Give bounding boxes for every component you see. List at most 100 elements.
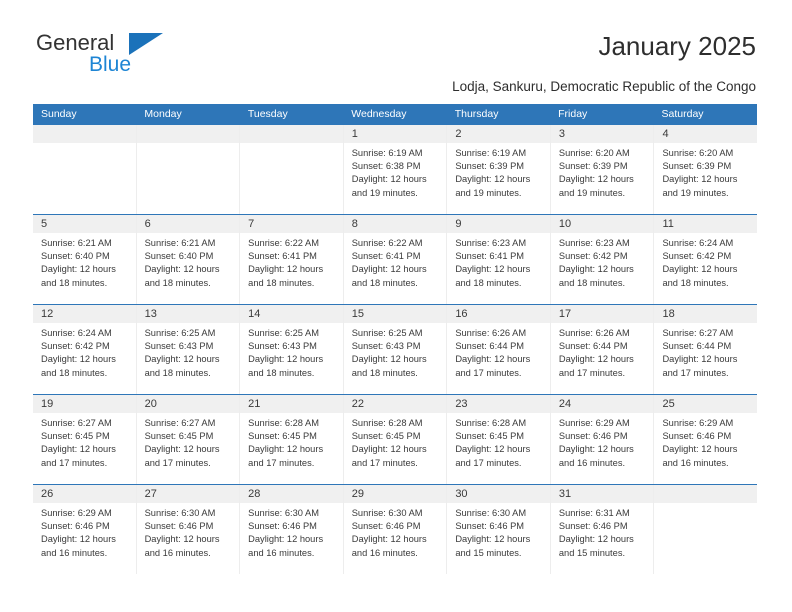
sunset-time: Sunset: 6:44 PM xyxy=(455,341,525,352)
calendar-day-cell[interactable]: 24 Sunrise: 6:29 AM Sunset: 6:46 PM Dayligh… xyxy=(549,395,654,484)
daylight-duration-line2: and 19 minutes. xyxy=(558,187,626,198)
calendar-day-cell[interactable]: 25 Sunrise: 6:29 AM Sunset: 6:46 PM Dayligh… xyxy=(653,395,758,484)
calendar-day-cell[interactable]: 16 Sunrise: 6:26 AM Sunset: 6:44 PM Dayligh… xyxy=(446,305,550,394)
calendar-day-cell[interactable]: 4 Sunrise: 6:20 AM Sunset: 6:39 PM Daylight… xyxy=(653,125,758,214)
calendar-day-cell[interactable]: 2 Sunrise: 6:19 AM Sunset: 6:39 PM Daylight… xyxy=(446,125,550,214)
daylight-duration-line1: Daylight: 12 hours xyxy=(144,534,220,545)
calendar-day-cell[interactable]: 5 Sunrise: 6:21 AM Sunset: 6:40 PM Daylight… xyxy=(33,215,136,304)
calendar-day-cell[interactable]: 10 Sunrise: 6:23 AM Sunset: 6:42 PM Dayligh… xyxy=(549,215,654,304)
day-sun-info: Sunrise: 6:30 AM Sunset: 6:46 PM Daylight:… xyxy=(344,503,447,564)
calendar-day-cell[interactable]: 9 Sunrise: 6:23 AM Sunset: 6:41 PM Daylight… xyxy=(446,215,550,304)
calendar-day-cell[interactable]: 20 Sunrise: 6:27 AM Sunset: 6:45 PM Dayligh… xyxy=(135,395,240,484)
general-blue-logo: General Blue xyxy=(36,32,216,84)
daylight-duration-line1: Daylight: 12 hours xyxy=(248,354,324,365)
day-sun-info: Sunrise: 6:29 AM Sunset: 6:46 PM Daylight:… xyxy=(551,413,654,474)
calendar-day-cell[interactable]: 14 Sunrise: 6:25 AM Sunset: 6:43 PM Dayligh… xyxy=(239,305,343,394)
sunset-time: Sunset: 6:41 PM xyxy=(351,251,421,262)
calendar-day-cell[interactable]: 28 Sunrise: 6:30 AM Sunset: 6:46 PM Dayligh… xyxy=(239,485,343,574)
daylight-duration-line2: and 19 minutes. xyxy=(662,187,729,198)
sunset-time: Sunset: 6:42 PM xyxy=(662,251,732,262)
sunset-time: Sunset: 6:45 PM xyxy=(144,431,214,442)
calendar-day-cell[interactable]: 18 Sunrise: 6:27 AM Sunset: 6:44 PM Dayligh… xyxy=(653,305,758,394)
sunrise-time: Sunrise: 6:30 AM xyxy=(455,508,527,518)
daylight-duration-line1: Daylight: 12 hours xyxy=(41,264,116,275)
calendar-day-cell[interactable]: 22 Sunrise: 6:28 AM Sunset: 6:45 PM Dayligh… xyxy=(342,395,447,484)
daylight-duration-line1: Daylight: 12 hours xyxy=(351,444,427,455)
daylight-duration-line2: and 18 minutes. xyxy=(455,277,522,288)
day-number: 31 xyxy=(550,485,654,503)
calendar-day-cell[interactable]: 21 Sunrise: 6:28 AM Sunset: 6:45 PM Dayligh… xyxy=(239,395,343,484)
daylight-duration-line2: and 17 minutes. xyxy=(558,367,626,378)
calendar-day-cell[interactable]: 1 Sunrise: 6:19 AM Sunset: 6:38 PM Daylight… xyxy=(342,125,447,214)
day-number: 19 xyxy=(33,395,136,413)
day-number xyxy=(654,485,758,503)
calendar-day-cell[interactable]: 31 Sunrise: 6:31 AM Sunset: 6:46 PM Dayligh… xyxy=(549,485,654,574)
day-sun-info: Sunrise: 6:31 AM Sunset: 6:46 PM Daylight:… xyxy=(551,503,654,564)
day-sun-info: Sunrise: 6:25 AM Sunset: 6:43 PM Daylight:… xyxy=(344,323,447,384)
calendar-day-cell[interactable]: 6 Sunrise: 6:21 AM Sunset: 6:40 PM Daylight… xyxy=(135,215,240,304)
daylight-duration-line1: Daylight: 12 hours xyxy=(351,354,427,365)
day-sun-info: Sunrise: 6:29 AM Sunset: 6:46 PM Daylight:… xyxy=(33,503,136,564)
calendar-day-cell[interactable]: 15 Sunrise: 6:25 AM Sunset: 6:43 PM Dayligh… xyxy=(342,305,447,394)
calendar-day-cell[interactable]: 30 Sunrise: 6:30 AM Sunset: 6:46 PM Dayligh… xyxy=(446,485,550,574)
daylight-duration-line2: and 18 minutes. xyxy=(558,277,626,288)
sunrise-time: Sunrise: 6:23 AM xyxy=(455,238,527,248)
day-number: 15 xyxy=(343,305,447,323)
page-subtitle: Lodja, Sankuru, Democratic Republic of t… xyxy=(452,79,756,94)
day-sun-info: Sunrise: 6:25 AM Sunset: 6:43 PM Daylight:… xyxy=(240,323,343,384)
day-sun-info: Sunrise: 6:28 AM Sunset: 6:45 PM Daylight:… xyxy=(240,413,343,474)
daylight-duration-line1: Daylight: 12 hours xyxy=(662,174,738,185)
sunset-time: Sunset: 6:46 PM xyxy=(351,521,421,532)
day-sun-info: Sunrise: 6:30 AM Sunset: 6:46 PM Daylight:… xyxy=(447,503,550,564)
day-number: 2 xyxy=(447,125,550,143)
daylight-duration-line2: and 18 minutes. xyxy=(248,367,315,378)
day-sun-info: Sunrise: 6:26 AM Sunset: 6:44 PM Daylight:… xyxy=(551,323,654,384)
calendar-day-cell[interactable]: 8 Sunrise: 6:22 AM Sunset: 6:41 PM Daylight… xyxy=(342,215,447,304)
sunset-time: Sunset: 6:39 PM xyxy=(455,161,525,172)
calendar-day-cell[interactable]: 23 Sunrise: 6:28 AM Sunset: 6:45 PM Dayligh… xyxy=(446,395,550,484)
calendar-day-cell[interactable]: 13 Sunrise: 6:25 AM Sunset: 6:43 PM Dayligh… xyxy=(135,305,240,394)
daylight-duration-line2: and 15 minutes. xyxy=(455,547,522,558)
day-sun-info: Sunrise: 6:23 AM Sunset: 6:41 PM Daylight:… xyxy=(447,233,550,294)
sunset-time: Sunset: 6:45 PM xyxy=(351,431,421,442)
page-header: General Blue January 2025 Lodja, Sankuru… xyxy=(0,0,792,94)
day-sun-info: Sunrise: 6:30 AM Sunset: 6:46 PM Daylight:… xyxy=(240,503,343,564)
sunset-time: Sunset: 6:46 PM xyxy=(41,521,110,532)
calendar-day-cell[interactable]: 29 Sunrise: 6:30 AM Sunset: 6:46 PM Dayligh… xyxy=(342,485,447,574)
calendar-day-cell[interactable]: 12 Sunrise: 6:24 AM Sunset: 6:42 PM Dayligh… xyxy=(33,305,136,394)
calendar-day-cell[interactable]: 27 Sunrise: 6:30 AM Sunset: 6:46 PM Dayligh… xyxy=(135,485,240,574)
calendar-page: General Blue January 2025 Lodja, Sankuru… xyxy=(0,0,792,612)
day-number: 22 xyxy=(343,395,447,413)
sunrise-time: Sunrise: 6:27 AM xyxy=(662,328,734,338)
calendar-day-cell[interactable]: 3 Sunrise: 6:20 AM Sunset: 6:39 PM Daylight… xyxy=(549,125,654,214)
sunrise-time: Sunrise: 6:24 AM xyxy=(41,328,112,338)
day-number: 30 xyxy=(447,485,550,503)
sunrise-time: Sunrise: 6:28 AM xyxy=(351,418,423,428)
calendar-day-cell[interactable]: 17 Sunrise: 6:26 AM Sunset: 6:44 PM Dayligh… xyxy=(549,305,654,394)
sunrise-time: Sunrise: 6:29 AM xyxy=(41,508,112,518)
daylight-duration-line1: Daylight: 12 hours xyxy=(248,444,324,455)
calendar-day-cell[interactable]: 26 Sunrise: 6:29 AM Sunset: 6:46 PM Dayligh… xyxy=(33,485,136,574)
daylight-duration-line2: and 19 minutes. xyxy=(455,187,522,198)
sunrise-time: Sunrise: 6:27 AM xyxy=(41,418,112,428)
daylight-duration-line1: Daylight: 12 hours xyxy=(455,354,531,365)
day-number: 12 xyxy=(33,305,136,323)
daylight-duration-line2: and 16 minutes. xyxy=(248,547,315,558)
sunset-time: Sunset: 6:40 PM xyxy=(41,251,110,262)
daylight-duration-line1: Daylight: 12 hours xyxy=(248,264,324,275)
day-number: 11 xyxy=(654,215,758,233)
calendar-day-cell[interactable]: 11 Sunrise: 6:24 AM Sunset: 6:42 PM Dayligh… xyxy=(653,215,758,304)
daylight-duration-line2: and 17 minutes. xyxy=(144,457,211,468)
day-sun-info: Sunrise: 6:21 AM Sunset: 6:40 PM Daylight:… xyxy=(33,233,136,294)
calendar-day-cell[interactable]: 19 Sunrise: 6:27 AM Sunset: 6:45 PM Dayligh… xyxy=(33,395,136,484)
daylight-duration-line1: Daylight: 12 hours xyxy=(41,534,116,545)
daylight-duration-line2: and 17 minutes. xyxy=(41,457,108,468)
daylight-duration-line2: and 18 minutes. xyxy=(662,277,729,288)
daylight-duration-line1: Daylight: 12 hours xyxy=(662,264,738,275)
calendar-day-cell[interactable]: 7 Sunrise: 6:22 AM Sunset: 6:41 PM Daylight… xyxy=(239,215,343,304)
day-number: 8 xyxy=(343,215,447,233)
day-sun-info: Sunrise: 6:26 AM Sunset: 6:44 PM Daylight:… xyxy=(447,323,550,384)
sunset-time: Sunset: 6:46 PM xyxy=(248,521,317,532)
sunset-time: Sunset: 6:42 PM xyxy=(41,341,110,352)
day-number: 17 xyxy=(550,305,654,323)
